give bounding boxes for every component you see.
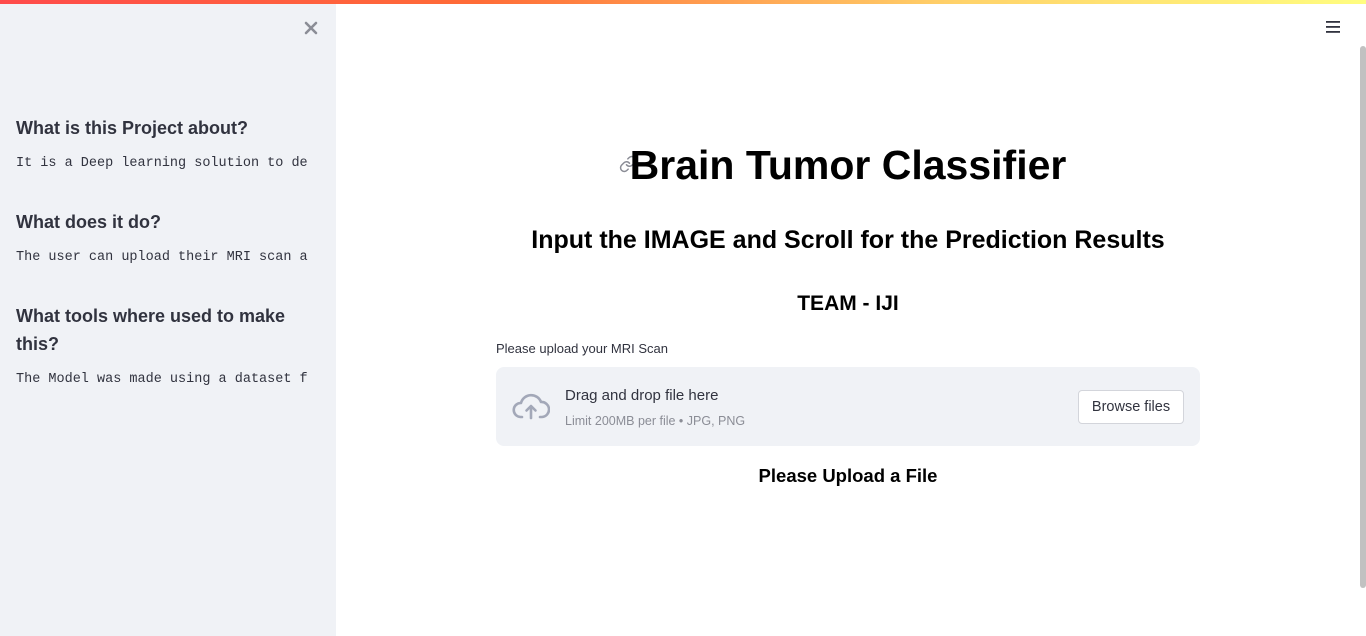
- sidebar-section-about: What is this Project about? It is a Deep…: [16, 114, 320, 174]
- main-area: Brain Tumor Classifier Input the IMAGE a…: [336, 0, 1366, 636]
- page-title: Brain Tumor Classifier: [629, 142, 1067, 188]
- sidebar-section-what-it-does: What does it do? The user can upload the…: [16, 208, 320, 268]
- sidebar: What is this Project about? It is a Deep…: [0, 0, 336, 636]
- sidebar-section-tools: What tools where used to make this? The …: [16, 302, 320, 390]
- main-menu-button[interactable]: [1320, 14, 1346, 40]
- sidebar-text-what-it-does: The user can upload their MRI scan a: [16, 250, 308, 265]
- dropzone-instructions: Drag and drop file here: [565, 387, 719, 404]
- page-subtitle: Input the IMAGE and Scroll for the Predi…: [531, 226, 1165, 254]
- close-sidebar-button[interactable]: [299, 16, 323, 40]
- sidebar-heading-tools: What tools where used to make this?: [16, 306, 286, 354]
- sidebar-heading-about: What is this Project about?: [16, 118, 249, 138]
- team-heading: TEAM - IJI: [797, 292, 899, 315]
- sidebar-text-about: It is a Deep learning solution to de: [16, 156, 308, 171]
- file-dropzone[interactable]: Drag and drop file here Limit 200MB per …: [496, 367, 1200, 446]
- sidebar-heading-what-it-does: What does it do?: [16, 212, 161, 232]
- cloud-upload-icon: [512, 393, 550, 420]
- page-scrollbar[interactable]: [1360, 46, 1366, 588]
- sidebar-text-tools: The Model was made using a dataset f: [16, 372, 308, 387]
- dropzone-limit-text: Limit 200MB per file • JPG, PNG: [565, 414, 746, 428]
- sidebar-content: What is this Project about? It is a Deep…: [16, 114, 320, 424]
- hamburger-menu-icon: [1326, 21, 1340, 33]
- browse-files-button[interactable]: Browse files: [1078, 390, 1184, 424]
- upload-label: Please upload your MRI Scan: [496, 341, 668, 356]
- upload-status-text: Please Upload a File: [758, 465, 938, 486]
- top-decoration-bar: [0, 0, 1366, 4]
- close-icon: [304, 21, 318, 35]
